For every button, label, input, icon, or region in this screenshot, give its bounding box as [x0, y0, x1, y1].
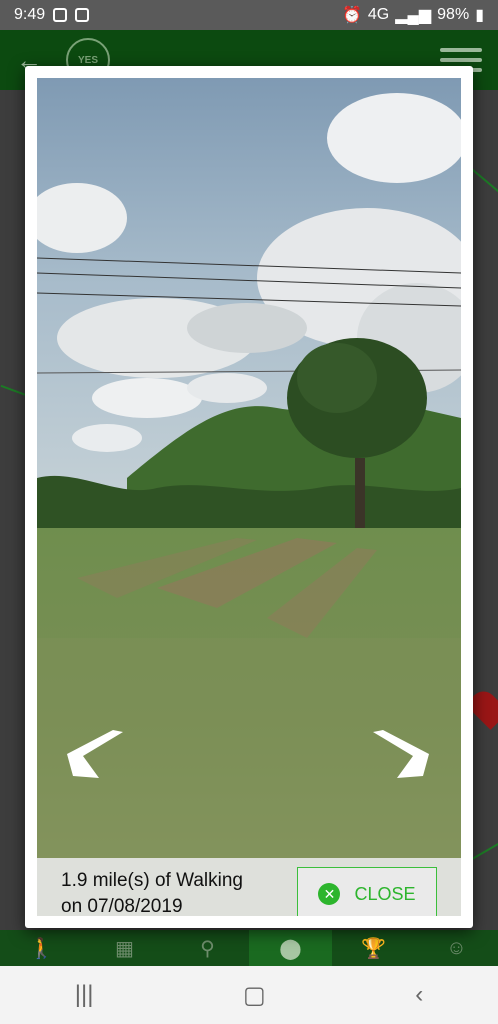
- close-label: CLOSE: [354, 883, 416, 904]
- tab-walk-icon[interactable]: 🚶: [0, 930, 83, 966]
- previous-photo-button[interactable]: [65, 728, 125, 784]
- recent-apps-icon[interactable]: |||: [75, 981, 94, 1009]
- tab-routes-icon[interactable]: ⚲: [166, 930, 249, 966]
- route-line: [470, 167, 498, 195]
- home-icon[interactable]: ▢: [243, 981, 266, 1010]
- network-type: 4G: [367, 6, 390, 23]
- battery-level: 98%: [437, 6, 470, 23]
- gallery-icon: [75, 8, 90, 22]
- status-time: 9:49: [14, 6, 46, 23]
- tab-map-icon[interactable]: ▦: [83, 930, 166, 966]
- signal-icon: ▂▄▆: [395, 7, 432, 24]
- back-nav-icon[interactable]: ‹: [415, 981, 423, 1009]
- caption-bar: 1.9 mile(s) of Walking on 07/08/2019 ✕ C…: [37, 858, 461, 916]
- next-photo-button[interactable]: [371, 728, 431, 784]
- activity-caption: 1.9 mile(s) of Walking on 07/08/2019: [61, 870, 243, 916]
- chevron-right-icon: [373, 730, 429, 778]
- alarm-icon: ⏰: [341, 7, 362, 24]
- gmail-icon: [53, 8, 68, 22]
- tab-profile-icon[interactable]: ☺: [415, 930, 498, 966]
- tab-trophy-icon[interactable]: 🏆: [332, 930, 415, 966]
- landscape-image: [37, 78, 461, 916]
- system-nav-bar: ||| ▢ ‹: [0, 966, 498, 1024]
- bottom-tab-bar: 🚶 ▦ ⚲ ⬤ 🏆 ☺: [0, 930, 498, 966]
- status-bar: 9:49 ⏰ 4G ▂▄▆ 98% ▮: [0, 0, 498, 30]
- battery-icon: ▮: [475, 7, 484, 24]
- photo-modal: 1.9 mile(s) of Walking on 07/08/2019 ✕ C…: [25, 66, 473, 928]
- street-view-photo: 1.9 mile(s) of Walking on 07/08/2019 ✕ C…: [37, 78, 461, 916]
- close-button[interactable]: ✕ CLOSE: [297, 867, 437, 916]
- chevron-left-icon: [67, 730, 123, 778]
- tab-location-icon[interactable]: ⬤: [249, 930, 332, 966]
- close-icon: ✕: [318, 883, 341, 905]
